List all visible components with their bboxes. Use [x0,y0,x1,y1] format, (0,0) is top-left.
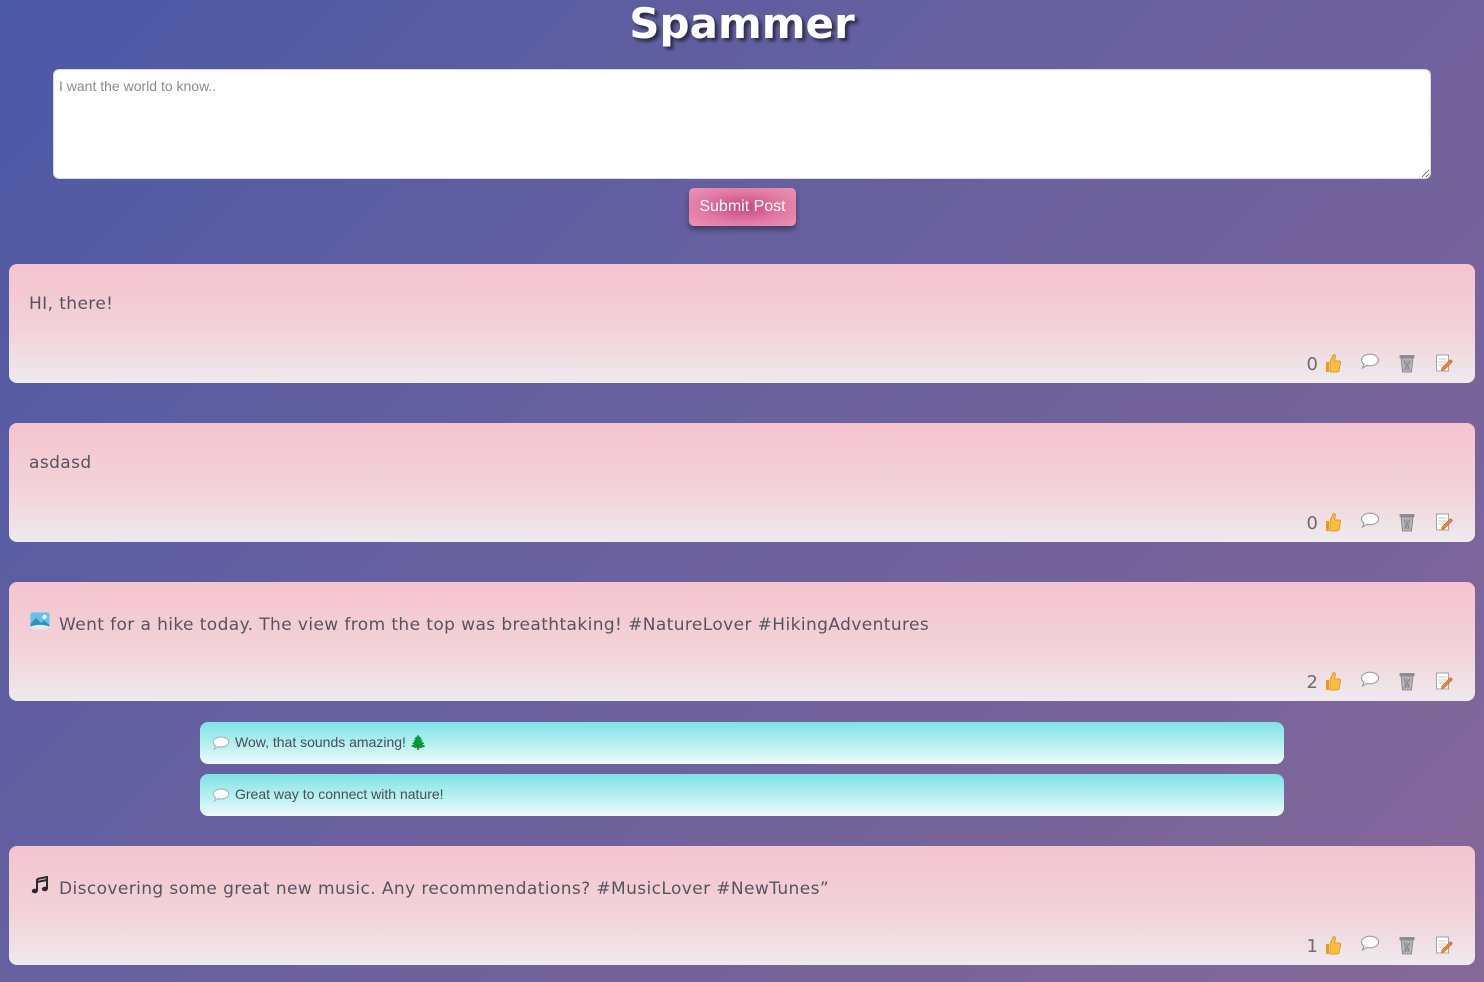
post-composer-input[interactable] [53,69,1431,179]
post-text: Went for a hike today. The view from the… [29,612,929,635]
thumbs-up-icon[interactable] [1322,935,1344,957]
post-text: asdasd [29,453,92,473]
thumbs-up-icon[interactable] [1322,353,1344,375]
post-actions: 2 [1307,671,1455,693]
post-card: HI, there! 0 [9,264,1475,383]
trash-can-icon[interactable] [1396,353,1418,375]
trash-can-icon[interactable] [1396,512,1418,534]
comment-card: Great way to connect with nature! [200,774,1284,816]
comment-text: Wow, that sounds amazing! 🌲 [235,734,428,750]
thumbs-up-icon[interactable] [1322,512,1344,534]
trash-can-icon[interactable] [1396,671,1418,693]
trash-can-icon[interactable] [1396,935,1418,957]
speech-bubble-icon[interactable] [1359,353,1381,375]
memo-pencil-icon[interactable] [1433,353,1455,375]
post-actions: 1 [1307,935,1455,957]
landscape-icon [29,612,51,635]
submit-post-button[interactable]: Submit Post [689,188,796,226]
post-text-content: Discovering some great new music. Any re… [59,879,830,899]
like-count: 1 [1306,935,1318,957]
thumbs-up-icon[interactable] [1322,671,1344,693]
speech-bubble-icon[interactable] [1359,935,1381,957]
post-actions: 0 [1307,512,1455,534]
speech-bubble-icon [212,735,230,754]
post-card: asdasd 0 [9,423,1475,542]
comment-card: Wow, that sounds amazing! 🌲 [200,722,1284,764]
speech-bubble-icon [212,787,230,806]
post-text: HI, there! [29,294,113,314]
memo-pencil-icon[interactable] [1433,671,1455,693]
post-text-content: Went for a hike today. The view from the… [59,615,930,635]
like-count: 0 [1306,353,1318,375]
music-note-icon [29,875,51,899]
memo-pencil-icon[interactable] [1433,935,1455,957]
post-actions: 0 [1307,353,1455,375]
speech-bubble-icon[interactable] [1359,512,1381,534]
post-text: Discovering some great new music. Any re… [29,875,830,899]
post-text-content: HI, there! [29,294,114,314]
comment-text: Great way to connect with nature! [235,786,444,802]
like-count: 0 [1306,512,1318,534]
post-card: Discovering some great new music. Any re… [9,846,1475,965]
like-count: 2 [1306,671,1318,693]
memo-pencil-icon[interactable] [1433,512,1455,534]
speech-bubble-icon[interactable] [1359,671,1381,693]
app-title: Spammer [629,0,855,48]
post-card: Went for a hike today. The view from the… [9,582,1475,701]
post-text-content: asdasd [29,453,92,473]
